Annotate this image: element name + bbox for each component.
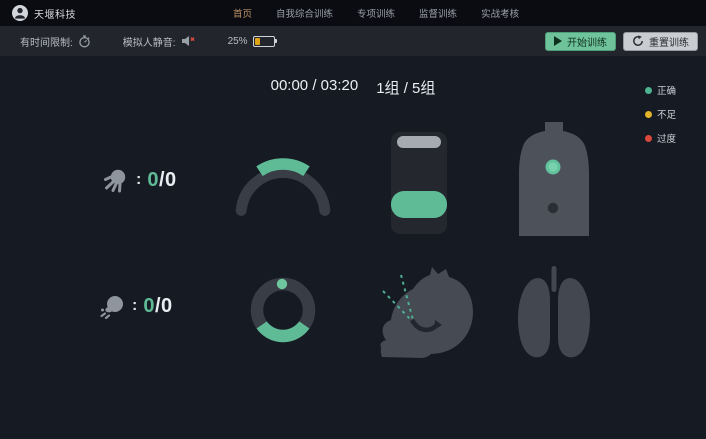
legend: 正确 不足 过度 <box>645 84 676 156</box>
reset-button-label: 重置训练 <box>649 34 689 49</box>
compression-count-stat: : 0/0 <box>103 167 177 193</box>
battery-icon <box>253 36 275 47</box>
torso-hand-position-indicator <box>512 122 596 236</box>
reset-training-button[interactable]: 重置训练 <box>623 32 698 51</box>
red-dot-icon <box>645 135 652 142</box>
battery-percent: 25% <box>228 36 248 47</box>
depth-position-marker <box>397 136 441 148</box>
reset-icon <box>632 35 644 47</box>
brand-logo-icon <box>12 5 28 21</box>
start-button-label: 开始训练 <box>567 34 607 49</box>
toolbar: 有时间限制: 模拟人静音: 25% <box>0 26 706 56</box>
top-nav-bar: 天堰科技 首页 自我综合训练 专项训练 监督训练 实战考核 <box>0 0 706 26</box>
cpr-training-app: 天堰科技 首页 自我综合训练 专项训练 监督训练 实战考核 有时间限制: 模拟人… <box>0 0 706 439</box>
time-limit-label: 有时间限制: <box>20 34 73 49</box>
ventilation-volume-gauge <box>245 272 321 348</box>
colon: : <box>136 171 141 189</box>
time-limit-setting[interactable]: 有时间限制: <box>20 34 91 49</box>
compression-count-current: 0 <box>147 169 159 191</box>
brand: 天堰科技 <box>12 5 76 21</box>
battery-nub <box>275 39 277 43</box>
session-timer: 00:00 / 03:20 <box>271 77 359 98</box>
session-status: 00:00 / 03:20 1组 / 5组 <box>0 77 706 98</box>
speaker-muted-icon <box>181 35 196 47</box>
battery-fill <box>255 38 260 45</box>
colon: : <box>132 297 137 315</box>
play-icon <box>554 36 562 46</box>
head-tilt-airway-indicator <box>372 262 477 362</box>
lungs-indicator <box>514 266 594 360</box>
yellow-dot-icon <box>645 111 652 118</box>
ventilation-count-total: /0 <box>155 295 173 317</box>
depth-target-zone <box>391 191 447 218</box>
brand-name: 天堰科技 <box>34 6 76 21</box>
manikin-mute-setting[interactable]: 模拟人静音: <box>123 34 196 49</box>
hand-icon <box>103 167 129 193</box>
legend-label-insufficient: 不足 <box>657 107 676 121</box>
ventilation-count-value: 0/0 <box>143 295 172 318</box>
nav-item-special-training[interactable]: 专项训练 <box>357 6 395 20</box>
session-groups: 1组 / 5组 <box>376 77 435 98</box>
green-dot-icon <box>645 87 652 94</box>
compression-count-value: 0/0 <box>147 169 176 192</box>
nav-item-home[interactable]: 首页 <box>233 6 252 20</box>
legend-item-excessive: 过度 <box>645 132 676 144</box>
legend-item-insufficient: 不足 <box>645 108 676 120</box>
nav-item-exam[interactable]: 实战考核 <box>481 6 519 20</box>
legend-item-correct: 正确 <box>645 84 676 96</box>
mute-label: 模拟人静音: <box>123 34 176 49</box>
nav-item-supervised-training[interactable]: 监督训练 <box>419 6 457 20</box>
legend-label-correct: 正确 <box>657 83 676 97</box>
legend-label-excessive: 过度 <box>657 131 676 145</box>
ventilation-count-stat: : 0/0 <box>99 293 173 319</box>
compression-rate-gauge <box>228 148 338 218</box>
compression-count-total: /0 <box>159 169 177 191</box>
stopwatch-icon <box>78 35 91 48</box>
compression-depth-indicator <box>391 132 447 234</box>
face-breath-icon <box>99 293 125 319</box>
ventilation-count-current: 0 <box>143 295 155 317</box>
start-training-button[interactable]: 开始训练 <box>545 32 616 51</box>
battery-status: 25% <box>228 36 275 47</box>
main-nav: 首页 自我综合训练 专项训练 监督训练 实战考核 <box>233 0 519 26</box>
nav-item-self-training[interactable]: 自我综合训练 <box>276 6 333 20</box>
